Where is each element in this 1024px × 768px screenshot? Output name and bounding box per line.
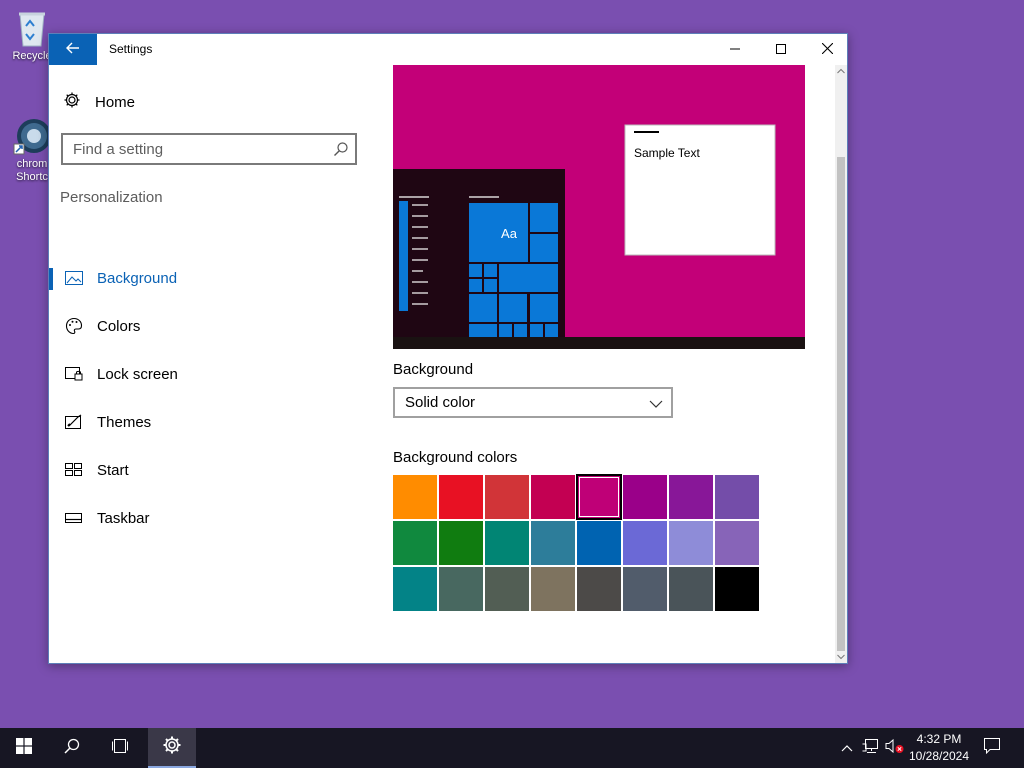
network-icon xyxy=(862,738,880,759)
back-arrow-icon xyxy=(66,41,80,59)
color-swatch[interactable] xyxy=(623,475,667,519)
sidebar-item-start[interactable]: Start xyxy=(49,450,369,490)
background-type-dropdown[interactable]: Solid color xyxy=(393,387,673,418)
start-button[interactable] xyxy=(0,728,48,768)
sidebar-item-label: Start xyxy=(97,461,129,479)
scroll-down-arrow-icon[interactable] xyxy=(835,651,847,663)
palette-icon xyxy=(65,317,83,335)
section-title: Personalization xyxy=(60,189,163,206)
start-icon xyxy=(65,462,83,478)
show-hidden-icons-button[interactable] xyxy=(838,728,856,768)
close-icon xyxy=(821,41,833,59)
sidebar-item-label: Themes xyxy=(97,413,152,431)
color-swatch[interactable] xyxy=(576,474,622,520)
chrome-icon xyxy=(12,114,52,156)
notifications-icon xyxy=(984,737,1000,759)
sidebar-item-lock-screen[interactable]: Lock screen xyxy=(49,354,369,394)
scroll-up-arrow-icon[interactable] xyxy=(835,65,847,77)
color-swatch[interactable] xyxy=(393,475,437,519)
dropdown-selected-value: Solid color xyxy=(405,394,476,411)
sidebar-item-background[interactable]: Background xyxy=(49,258,369,298)
color-swatch[interactable] xyxy=(485,567,529,611)
window-title: Settings xyxy=(109,42,153,56)
color-swatch[interactable] xyxy=(439,475,483,519)
close-button[interactable] xyxy=(804,34,850,65)
preview-tile-text: Aa xyxy=(501,226,517,241)
color-swatch[interactable] xyxy=(531,475,575,519)
background-preview: Aa Sample Text xyxy=(393,65,805,349)
clock-time: 4:32 PM xyxy=(916,732,962,746)
color-swatch[interactable] xyxy=(623,567,667,611)
taskbar-search-button[interactable] xyxy=(48,728,96,768)
lock-screen-icon xyxy=(65,366,83,382)
color-swatch[interactable] xyxy=(531,567,575,611)
sidebar-item-taskbar[interactable]: Taskbar xyxy=(49,498,369,538)
color-swatch[interactable] xyxy=(669,521,713,565)
color-swatch-grid xyxy=(393,474,761,613)
minimize-button[interactable] xyxy=(712,34,758,65)
scrollbar-thumb[interactable] xyxy=(837,157,845,651)
color-swatch[interactable] xyxy=(577,521,621,565)
picture-icon xyxy=(65,270,83,286)
settings-gear-icon xyxy=(162,735,182,760)
title-bar[interactable]: Settings xyxy=(49,34,847,65)
themes-icon xyxy=(65,414,83,430)
search-placeholder: Find a setting xyxy=(73,141,164,158)
home-label: Home xyxy=(95,93,136,111)
sidebar-item-label: Background xyxy=(97,269,178,287)
sidebar-item-label: Lock screen xyxy=(97,365,178,383)
color-swatch[interactable] xyxy=(393,521,437,565)
color-swatch[interactable] xyxy=(439,521,483,565)
sidebar-item-label: Taskbar xyxy=(97,509,150,527)
search-icon xyxy=(64,738,80,759)
back-button[interactable] xyxy=(49,34,97,65)
task-view-icon xyxy=(110,738,130,758)
task-view-button[interactable] xyxy=(96,728,144,768)
color-swatch[interactable] xyxy=(669,567,713,611)
scrollbar[interactable] xyxy=(835,65,847,663)
minimize-icon xyxy=(730,41,740,59)
color-swatch[interactable] xyxy=(577,567,621,611)
search-input[interactable]: Find a setting xyxy=(61,133,357,165)
preview-sample-text: Sample Text xyxy=(634,146,700,160)
color-swatch[interactable] xyxy=(485,475,529,519)
color-swatch[interactable] xyxy=(623,521,667,565)
color-swatch[interactable] xyxy=(485,521,529,565)
color-swatch[interactable] xyxy=(669,475,713,519)
settings-window: Settings Home Find a setting Personaliza… xyxy=(48,33,848,664)
recycle-bin-icon xyxy=(12,6,52,48)
action-center-button[interactable] xyxy=(978,728,1006,768)
color-swatch[interactable] xyxy=(439,567,483,611)
color-swatch[interactable] xyxy=(715,475,759,519)
sidebar-item-label: Colors xyxy=(97,317,141,335)
clock[interactable]: 4:32 PM 10/28/2024 xyxy=(900,731,978,765)
background-colors-label: Background colors xyxy=(393,449,518,466)
color-swatch[interactable] xyxy=(715,567,759,611)
color-swatch[interactable] xyxy=(715,521,759,565)
search-icon[interactable] xyxy=(333,141,349,162)
color-swatch[interactable] xyxy=(393,567,437,611)
sidebar-item-colors[interactable]: Colors xyxy=(49,306,369,346)
taskbar: 4:32 PM 10/28/2024 xyxy=(0,728,1024,768)
chevron-up-icon xyxy=(841,739,853,757)
maximize-button[interactable] xyxy=(758,34,804,65)
sidebar: Home Find a setting Personalization Back… xyxy=(49,65,369,663)
color-swatch[interactable] xyxy=(531,521,575,565)
home-link[interactable]: Home xyxy=(63,91,135,113)
gear-icon xyxy=(63,91,81,113)
network-button[interactable] xyxy=(860,728,882,768)
clock-date: 10/28/2024 xyxy=(908,749,970,763)
taskbar-icon xyxy=(65,510,83,526)
chevron-down-icon xyxy=(649,396,663,414)
background-label: Background xyxy=(393,361,474,378)
maximize-icon xyxy=(776,41,786,59)
windows-start-icon xyxy=(16,737,32,759)
sidebar-item-themes[interactable]: Themes xyxy=(49,402,369,442)
taskbar-settings-app[interactable] xyxy=(148,728,196,768)
